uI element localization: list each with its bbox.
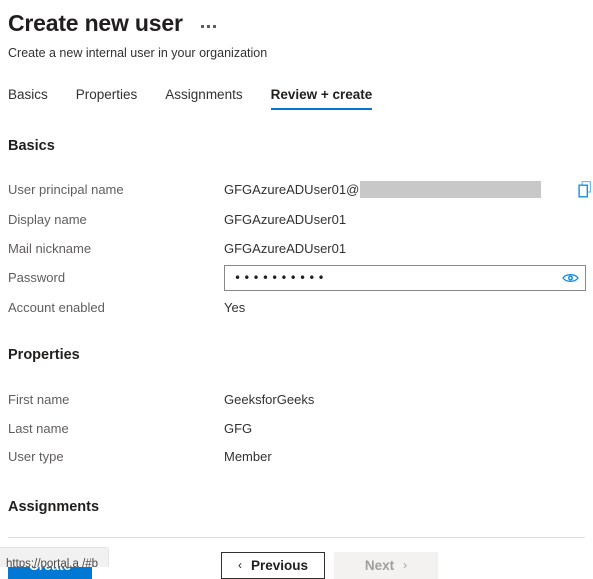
row-display-name: Display name GFGAzureADUser01	[8, 205, 593, 234]
title-row: Create new user	[8, 8, 593, 38]
value-first-name: GeeksforGeeks	[224, 392, 315, 407]
value-account-enabled: Yes	[224, 299, 246, 315]
section-title-properties: Properties	[8, 347, 80, 363]
value-last-name: GFG	[224, 420, 253, 436]
redacted-domain-block	[360, 181, 542, 198]
nav-buttons: ‹ Previous Next ›	[221, 551, 438, 579]
label-mail-nickname: Mail nickname	[8, 240, 92, 256]
page-header: Create new user Create a new internal us…	[0, 0, 593, 61]
row-mail-nickname: Mail nickname GFGAzureADUser01	[8, 234, 593, 262]
previous-button[interactable]: ‹ Previous	[221, 551, 325, 579]
section-basics: Basics User principal name GFGAzureADUse…	[0, 138, 593, 321]
next-button: Next ›	[334, 551, 438, 579]
row-user-type: User type Member	[8, 442, 593, 470]
value-mail-nickname: GFGAzureADUser01	[224, 240, 347, 256]
copy-icon[interactable]	[578, 181, 593, 198]
tab-basics[interactable]: Basics	[8, 83, 62, 110]
password-masked-value: ••••••••••	[234, 270, 327, 285]
section-properties: Properties First name GeeksforGeeks Last…	[0, 347, 593, 470]
section-title-basics: Basics	[8, 138, 55, 154]
label-last-name: Last name	[8, 420, 69, 436]
value-display-name: GFGAzureADUser01	[224, 212, 347, 227]
value-user-type: Member	[224, 448, 272, 464]
chevron-left-icon: ‹	[237, 558, 242, 572]
label-user-principal-name: User principal name	[8, 182, 124, 197]
section-title-assignments: Assignments	[8, 499, 100, 515]
label-first-name: First name	[8, 392, 70, 407]
value-password: ••••••••••	[224, 264, 593, 291]
tab-review-create[interactable]: Review + create	[257, 83, 387, 110]
tab-assignments[interactable]: Assignments	[151, 83, 256, 110]
more-options-icon[interactable]	[197, 19, 220, 28]
previous-button-label: Previous	[250, 557, 309, 573]
basics-rows: User principal name GFGAzureADUser01@ Di…	[8, 174, 593, 321]
label-user-type: User type	[8, 448, 64, 464]
footer-divider	[8, 537, 585, 538]
row-last-name: Last name GFG	[8, 414, 593, 442]
wizard-tabs: Basics Properties Assignments Review + c…	[0, 83, 593, 110]
properties-rows: First name GeeksforGeeks Last name GFG U…	[8, 385, 593, 470]
chevron-right-icon: ›	[403, 558, 408, 572]
value-user-principal-name: GFGAzureADUser01@	[224, 181, 593, 198]
status-bar-url: https://portal.a /#b	[6, 557, 99, 568]
row-user-principal-name: User principal name GFGAzureADUser01@	[8, 174, 593, 205]
browser-status-bar: https://portal.a /#b	[0, 547, 110, 568]
label-password: Password	[8, 270, 66, 285]
next-button-label: Next	[364, 557, 395, 573]
row-account-enabled: Account enabled Yes	[8, 293, 593, 321]
page-subtitle: Create a new internal user in your organ…	[8, 46, 268, 60]
label-display-name: Display name	[8, 212, 87, 227]
tab-properties[interactable]: Properties	[62, 83, 152, 110]
label-account-enabled: Account enabled	[8, 299, 105, 315]
section-assignments: Assignments	[0, 499, 593, 515]
upn-text: GFGAzureADUser01@	[224, 182, 360, 197]
page-title: Create new user	[8, 10, 183, 36]
row-password: Password ••••••••••	[8, 262, 593, 293]
password-input[interactable]: ••••••••••	[224, 264, 586, 291]
row-first-name: First name GeeksforGeeks	[8, 385, 593, 414]
reveal-password-icon[interactable]	[562, 272, 579, 284]
upn-wrapper: GFGAzureADUser01@	[224, 181, 568, 198]
